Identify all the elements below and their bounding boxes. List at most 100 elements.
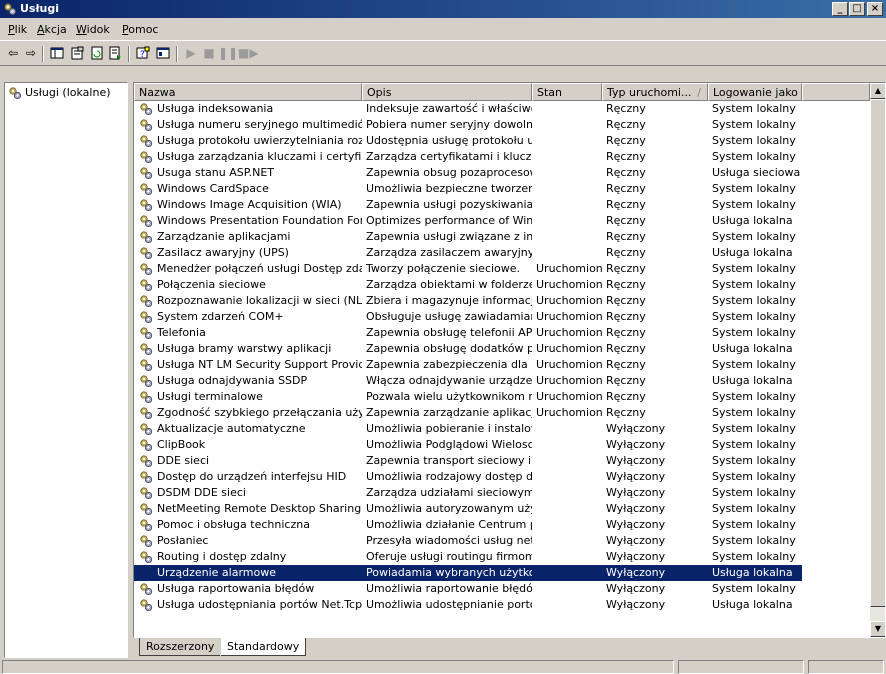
table-row[interactable]: Urządzenie alarmowe Powiadamia wybranych … bbox=[134, 565, 870, 581]
cell-log-on-as: System lokalny bbox=[712, 502, 796, 515]
table-row[interactable]: Windows Image Acquisition (WIA) Zapewnia … bbox=[134, 197, 870, 213]
cell-log-on-as: System lokalny bbox=[712, 518, 796, 531]
table-row[interactable]: Menedżer połączeń usługi Dostęp zdalny Tw… bbox=[134, 261, 870, 277]
tab-extended[interactable]: Rozszerzony bbox=[139, 638, 221, 656]
table-row[interactable]: Aktualizacje automatyczne Umożliwia pobie… bbox=[134, 421, 870, 437]
table-row[interactable]: Zasilacz awaryjny (UPS) Zarządza zasilacz… bbox=[134, 245, 870, 261]
menu-action[interactable]: Akcja bbox=[37, 23, 67, 36]
table-row[interactable]: Usługa bramy warstwy aplikacji Zapewnia o… bbox=[134, 341, 870, 357]
vertical-scrollbar[interactable]: ▲ ▼ bbox=[870, 83, 885, 637]
cell-description: Optimizes performance of Wind... bbox=[366, 214, 532, 227]
cell-status bbox=[532, 229, 602, 245]
table-row[interactable]: Usługa numeru seryjnego multimediów pr..… bbox=[134, 117, 870, 133]
table-row[interactable]: System zdarzeń COM+ Obsługuje usługę zawi… bbox=[134, 309, 870, 325]
cell-status bbox=[532, 421, 602, 437]
cell-status bbox=[532, 469, 602, 485]
cell-startup-type: Ręczny bbox=[606, 150, 646, 163]
cell-log-on-as: System lokalny bbox=[712, 150, 796, 163]
menu-help[interactable]: Pomoc bbox=[122, 23, 158, 36]
start-service-icon[interactable]: ▶ bbox=[182, 45, 200, 63]
forward-arrow-icon[interactable]: ⇨ bbox=[22, 45, 40, 63]
table-row[interactable]: Dostęp do urządzeń interfejsu HID Umożliw… bbox=[134, 469, 870, 485]
cell-description: Oferuje usługi routingu firmom ... bbox=[366, 550, 532, 563]
stop-service-icon[interactable]: ■ bbox=[200, 45, 218, 63]
scrollbar-thumb[interactable] bbox=[870, 99, 885, 607]
cell-description: Włącza odnajdywanie urządze... bbox=[366, 374, 532, 387]
cell-name: Zarządzanie aplikacjami bbox=[157, 230, 291, 243]
minimize-button[interactable]: _ bbox=[832, 2, 848, 16]
list-header: Nazwa Opis Stan Typ uruchomi... / Logowa… bbox=[134, 83, 870, 101]
maximize-button[interactable]: □ bbox=[849, 2, 865, 16]
column-header-startup-type[interactable]: Typ uruchomi... / bbox=[602, 83, 708, 101]
scroll-up-arrow-icon[interactable]: ▲ bbox=[870, 83, 885, 99]
export-list-icon[interactable] bbox=[106, 45, 124, 63]
table-row[interactable]: Telefonia Zapewnia obsługę telefonii API … bbox=[134, 325, 870, 341]
status-panel-3 bbox=[808, 660, 884, 674]
table-row[interactable]: Rozpoznawanie lokalizacji w sieci (NLA) Z… bbox=[134, 293, 870, 309]
cell-startup-type: Ręczny bbox=[606, 358, 646, 371]
table-row[interactable]: ClipBook Umożliwia Podglądowi Wielosch...… bbox=[134, 437, 870, 453]
refresh-icon[interactable] bbox=[88, 45, 106, 63]
column-header-log-on-as[interactable]: Logowanie jako bbox=[708, 83, 802, 101]
cell-log-on-as: System lokalny bbox=[712, 550, 796, 563]
table-row[interactable]: Usługa NT LM Security Support Provider Za… bbox=[134, 357, 870, 373]
table-row[interactable]: Windows Presentation Foundation Font C..… bbox=[134, 213, 870, 229]
cell-description: Przesyła wiadomości usług net ... bbox=[366, 534, 532, 547]
help-icon[interactable]: ? bbox=[134, 45, 152, 63]
toolbar-separator bbox=[128, 46, 130, 62]
cell-status bbox=[532, 565, 602, 581]
cell-name: Usługa bramy warstwy aplikacji bbox=[157, 342, 332, 355]
table-row[interactable]: Połączenia sieciowe Zarządza obiektami w … bbox=[134, 277, 870, 293]
table-row[interactable]: DSDM DDE sieci Zarządza udziałami sieciow… bbox=[134, 485, 870, 501]
cell-description: Zapewnia usługi pozyskiwania ... bbox=[366, 198, 532, 211]
cell-description: Zarządza zasilaczem awaryjny... bbox=[366, 246, 532, 259]
cell-name: Usługa raportowania błędów bbox=[157, 582, 315, 595]
table-row[interactable]: DDE sieci Zapewnia transport sieciowy i z… bbox=[134, 453, 870, 469]
table-row[interactable]: Usługa zarządzania kluczami i certyfikat… bbox=[134, 149, 870, 165]
cell-startup-type: Wyłączony bbox=[606, 438, 666, 451]
column-header-empty bbox=[802, 83, 870, 101]
cell-description: Pozwala wielu użytkownikom na... bbox=[366, 390, 532, 403]
column-header-description[interactable]: Opis bbox=[362, 83, 532, 101]
properties-icon[interactable] bbox=[68, 45, 86, 63]
table-row[interactable]: Zgodność szybkiego przełączania użytko..… bbox=[134, 405, 870, 421]
cell-name: Menedżer połączeń usługi Dostęp zdalny bbox=[157, 262, 362, 275]
table-row[interactable]: Usuga stanu ASP.NET Zapewnia obsug pozapr… bbox=[134, 165, 870, 181]
table-row[interactable]: Usługa protokołu uwierzytelniania rozsze… bbox=[134, 133, 870, 149]
table-row[interactable]: Windows CardSpace Umożliwia bezpieczne tw… bbox=[134, 181, 870, 197]
back-arrow-icon[interactable]: ⇦ bbox=[4, 45, 22, 63]
table-row[interactable]: Usługa odnajdywania SSDP Włącza odnajdywa… bbox=[134, 373, 870, 389]
cell-log-on-as: Usługa lokalna bbox=[708, 565, 802, 581]
menu-file[interactable]: Plik bbox=[8, 23, 27, 36]
table-row[interactable]: Usługa udostępniania portów Net.Tcp Umożl… bbox=[134, 597, 870, 613]
cell-name: Usługa NT LM Security Support Provider bbox=[157, 358, 362, 371]
cell-name: Usługa odnajdywania SSDP bbox=[157, 374, 308, 387]
cell-description: Zapewnia transport sieciowy i z... bbox=[366, 454, 532, 467]
close-button[interactable]: × bbox=[867, 2, 883, 16]
table-row[interactable]: Pomoc i obsługa techniczna Umożliwia dzia… bbox=[134, 517, 870, 533]
column-header-name[interactable]: Nazwa bbox=[134, 83, 362, 101]
table-row[interactable]: Zarządzanie aplikacjami Zapewnia usługi z… bbox=[134, 229, 870, 245]
svg-text:?: ? bbox=[140, 50, 145, 60]
tab-standard[interactable]: Standardowy bbox=[221, 638, 307, 656]
table-row[interactable]: Routing i dostęp zdalny Oferuje usługi ro… bbox=[134, 549, 870, 565]
show-hide-tree-icon[interactable] bbox=[48, 45, 66, 63]
cell-description: Udostępnia usługę protokołu u... bbox=[366, 134, 532, 147]
restart-service-icon[interactable]: ■▶ bbox=[238, 45, 259, 63]
menu-view[interactable]: Widok bbox=[76, 23, 110, 36]
table-row[interactable]: Usługa indeksowania Indeksuje zawartość i… bbox=[134, 101, 870, 117]
table-row[interactable]: Usługi terminalowe Pozwala wielu użytkown… bbox=[134, 389, 870, 405]
cell-description: Zapewnia obsługę dodatków pr... bbox=[366, 342, 532, 355]
cell-description: Tworzy połączenie sieciowe. bbox=[366, 262, 521, 275]
cell-status bbox=[532, 117, 602, 133]
table-row[interactable]: Posłaniec Przesyła wiadomości usług net .… bbox=[134, 533, 870, 549]
mmc-view-icon[interactable] bbox=[154, 45, 172, 63]
cell-description: Umożliwia Podglądowi Wielosch... bbox=[366, 438, 532, 451]
cell-name: Pomoc i obsługa techniczna bbox=[157, 518, 310, 531]
table-row[interactable]: NetMeeting Remote Desktop Sharing Umożliw… bbox=[134, 501, 870, 517]
column-header-status[interactable]: Stan bbox=[532, 83, 602, 101]
table-row[interactable]: Usługa raportowania błędów Umożliwia rapo… bbox=[134, 581, 870, 597]
scroll-down-arrow-icon[interactable]: ▼ bbox=[870, 621, 885, 637]
pause-service-icon[interactable]: ❚❚ bbox=[218, 45, 238, 63]
cell-status bbox=[532, 437, 602, 453]
